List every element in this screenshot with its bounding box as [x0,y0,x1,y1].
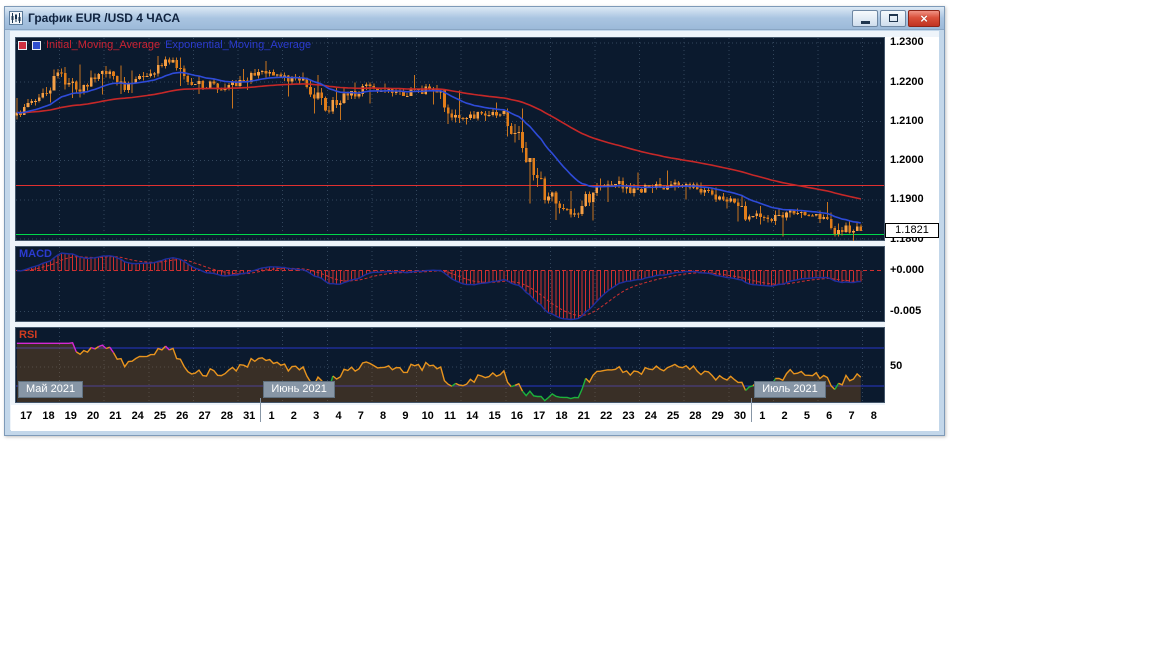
date-tick: 6 [826,410,833,422]
date-tick: 5 [803,410,810,422]
date-tick: 7 [357,410,364,422]
last-price-tag: 1.1821 [885,223,939,238]
date-tick: 25 [666,410,680,422]
date-tick: 23 [622,410,635,422]
date-tick: 11 [444,410,456,422]
date-tick: 2 [781,410,788,422]
date-tick: 18 [42,410,55,422]
minimize-icon [860,20,870,24]
close-icon: × [920,10,928,26]
date-tick: 25 [153,410,167,422]
window-icon [9,11,23,25]
date-tick: 28 [689,410,702,422]
close-button[interactable]: × [908,9,940,27]
date-tick: 8 [380,410,387,422]
price-tick: 1.1900 [890,193,924,205]
macd-tick: +0.000 [890,264,924,276]
month-tick [751,398,753,422]
date-tick: 18 [555,410,568,422]
macd-tick: -0.005 [890,305,922,317]
date-tick: 14 [466,410,479,422]
rsi-tick: 50 [890,360,903,372]
date-tick: 3 [313,410,320,422]
window-titlebar[interactable]: График EUR /USD 4 ЧАСА × [5,7,944,30]
date-tick: 1 [268,410,275,422]
price-tick: 1.2200 [890,76,924,88]
date-tick: 1 [759,410,766,422]
window-title: График EUR /USD 4 ЧАСА [28,11,181,25]
chart-window: График EUR /USD 4 ЧАСА × Initial_Moving_… [4,6,945,436]
month-label-may: Май 2021 [18,381,84,398]
price-axis-column [885,37,939,405]
date-tick: 17 [533,410,546,422]
date-tick: 7 [848,410,855,422]
date-tick: 21 [577,410,590,422]
price-tick: 1.2300 [890,36,924,48]
date-tick: 9 [402,410,409,422]
date-tick: 10 [421,410,434,422]
date-tick: 15 [488,410,501,422]
maximize-button[interactable] [880,9,906,27]
macd-panel-label: MACD [19,248,52,260]
date-tick: 24 [644,410,657,422]
date-tick: 16 [510,410,524,422]
date-tick: 28 [220,410,234,422]
date-tick: 31 [243,410,256,422]
date-tick: 29 [711,410,724,422]
price-tick: 1.2000 [890,154,924,166]
month-tick [260,398,262,422]
minimize-button[interactable] [852,9,878,27]
date-tick: 24 [131,410,144,422]
month-label-july: Июль 2021 [754,381,826,398]
date-tick: 2 [290,410,297,422]
date-tick: 17 [20,410,33,422]
price-chart-panel[interactable] [15,37,885,241]
date-tick: 30 [733,410,747,422]
macd-panel[interactable] [15,246,885,322]
legend-chip-red[interactable] [18,40,27,50]
date-tick: 22 [600,410,613,422]
time-axis: 17 18 19 20 21 24 25 26 27 28 31 1 2 3 4 7 8 9 10 11 14 15 16 1… [15,407,895,429]
date-tick: 26 [176,410,189,422]
date-tick: 20 [86,410,100,422]
maximize-icon [888,14,898,22]
date-tick: 4 [335,410,342,422]
date-tick: 8 [870,410,877,422]
date-tick: 19 [64,410,77,422]
legend-chip-blue[interactable] [32,40,41,50]
date-tick: 27 [198,410,211,422]
price-tick: 1.2100 [890,115,924,127]
month-label-june: Июнь 2021 [263,381,335,398]
date-tick: 21 [109,410,122,422]
rsi-panel-label: RSI [19,329,38,341]
